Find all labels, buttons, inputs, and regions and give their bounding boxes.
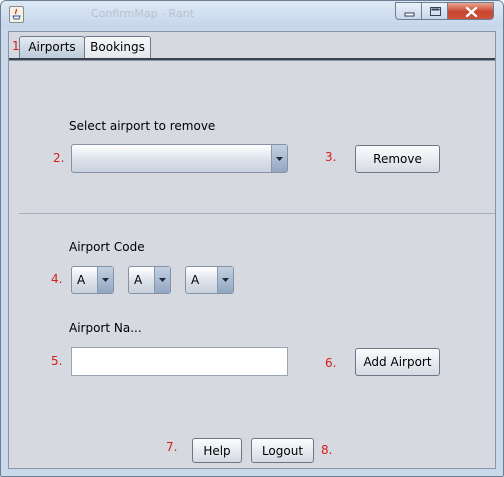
- tab-bookings[interactable]: Bookings: [84, 36, 151, 58]
- main-panel: 1. Airports Bookings Select airport to r…: [8, 31, 496, 469]
- annotation-8: 8.: [321, 443, 333, 457]
- chevron-down-icon: [222, 278, 229, 282]
- dropdown-arrow-button[interactable]: [217, 267, 233, 293]
- application-window: ConfirmMap - Rant 1. Airports Bookings S…: [0, 0, 504, 477]
- section-divider: [19, 213, 495, 214]
- remove-airport-label: Select airport to remove: [69, 119, 216, 133]
- dropdown-arrow-button[interactable]: [154, 267, 170, 293]
- tab-airports[interactable]: Airports: [19, 36, 85, 58]
- airport-code-label: Airport Code: [69, 240, 145, 254]
- help-button[interactable]: Help: [192, 438, 242, 463]
- airport-name-label: Airport Na...: [69, 321, 142, 335]
- dropdown-arrow-button[interactable]: [271, 145, 287, 172]
- airport-code-letter-1-dropdown[interactable]: A: [71, 266, 114, 294]
- airport-code-letter-2: A: [134, 273, 143, 287]
- dropdown-arrow-button[interactable]: [97, 267, 113, 293]
- close-button[interactable]: [447, 2, 494, 20]
- logout-button[interactable]: Logout: [251, 438, 314, 463]
- chevron-down-icon: [159, 278, 166, 282]
- annotation-7: 7.: [166, 440, 178, 454]
- minimize-button[interactable]: [395, 2, 422, 20]
- annotation-6: 6.: [325, 356, 337, 370]
- airport-remove-dropdown[interactable]: [71, 144, 288, 173]
- airport-code-letter-3: A: [191, 273, 200, 287]
- maximize-button[interactable]: [421, 2, 448, 20]
- annotation-4: 4.: [51, 272, 63, 286]
- maximize-icon: [430, 7, 441, 16]
- minimize-icon: [404, 12, 415, 17]
- annotation-5: 5.: [51, 354, 63, 368]
- chevron-down-icon: [276, 156, 283, 161]
- java-app-icon[interactable]: [9, 6, 24, 23]
- airport-name-input[interactable]: [71, 347, 288, 376]
- window-title: ConfirmMap - Rant: [91, 7, 194, 20]
- annotation-3: 3.: [325, 150, 337, 164]
- remove-button[interactable]: Remove: [355, 145, 440, 173]
- airport-code-letter-1: A: [77, 273, 86, 287]
- close-icon: [465, 6, 478, 18]
- airport-code-letter-2-dropdown[interactable]: A: [128, 266, 171, 294]
- chevron-down-icon: [102, 278, 109, 282]
- add-airport-button[interactable]: Add Airport: [355, 348, 440, 376]
- annotation-2: 2.: [53, 151, 65, 165]
- title-bar[interactable]: ConfirmMap - Rant: [1, 1, 503, 27]
- airport-code-letter-3-dropdown[interactable]: A: [185, 266, 234, 294]
- tab-separator: [9, 58, 495, 61]
